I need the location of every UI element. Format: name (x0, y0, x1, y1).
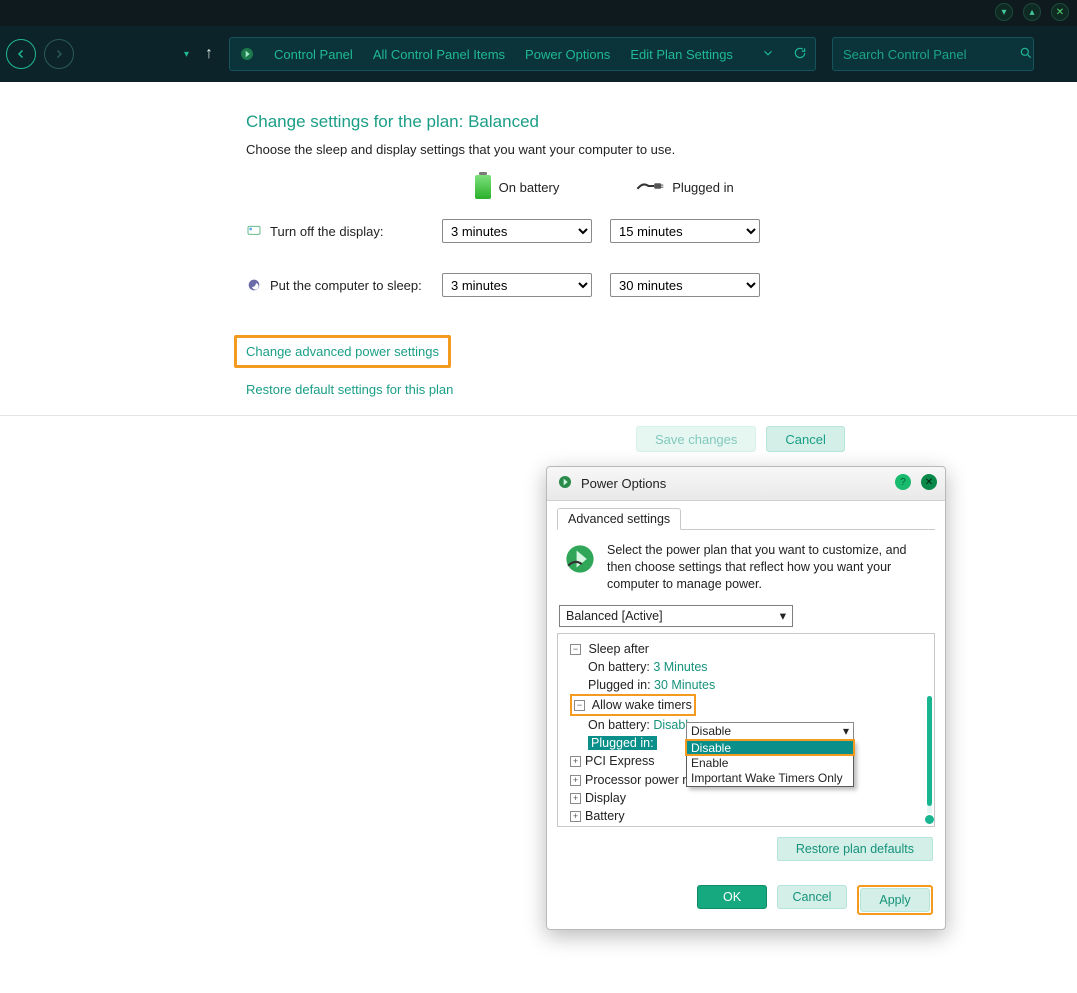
highlight-wake-timers: − Allow wake timers (570, 694, 696, 716)
sleep-plugged-select[interactable]: 30 minutes (610, 273, 760, 297)
tree-node-sleep-after[interactable]: Sleep after (588, 642, 648, 656)
power-plan-large-icon (563, 542, 597, 576)
chevron-down-icon: ▾ (843, 724, 849, 738)
maximize-button[interactable]: ▴ (1023, 3, 1041, 21)
breadcrumb-segment[interactable]: All Control Panel Items (363, 47, 515, 62)
explorer-toolbar: ▾ ↑ Control Panel All Control Panel Item… (0, 26, 1077, 82)
dialog-title: Power Options (581, 476, 666, 491)
close-button[interactable]: ✕ (1051, 3, 1069, 21)
sleep-battery-select[interactable]: 3 minutes (442, 273, 592, 297)
tree-leaf-label: On battery: (588, 718, 650, 732)
dialog-close-button[interactable]: ✕ (921, 474, 937, 490)
address-bar[interactable]: Control Panel All Control Panel Items Po… (229, 37, 816, 71)
dialog-help-button[interactable]: ? (895, 474, 911, 490)
main-content: Change settings for the plan: Balanced C… (0, 82, 1077, 397)
settings-tree[interactable]: − Sleep after On battery: 3 Minutes Plug… (557, 633, 935, 827)
tree-node-pci[interactable]: PCI Express (585, 754, 654, 768)
cancel-button[interactable]: Cancel (766, 426, 844, 452)
tree-node-wake-timers[interactable]: Allow wake timers (592, 698, 692, 712)
plug-icon (636, 179, 664, 196)
column-header-battery: On battery (499, 180, 560, 195)
dialog-cancel-button[interactable]: Cancel (777, 885, 847, 909)
expand-icon[interactable]: + (570, 793, 581, 804)
refresh-button[interactable] (793, 46, 807, 63)
power-plan-icon (238, 45, 256, 63)
restore-plan-defaults-button[interactable]: Restore plan defaults (777, 837, 933, 861)
search-input[interactable] (843, 47, 1019, 62)
tree-node-battery[interactable]: Battery (585, 809, 625, 823)
wake-plugged-combo[interactable]: Disable ▾ Disable Enable Important Wake … (686, 722, 854, 787)
breadcrumb-segment[interactable]: Edit Plan Settings (620, 47, 743, 62)
row-label-display: Turn off the display: (270, 224, 383, 239)
minimize-button[interactable]: ▾ (995, 3, 1013, 21)
up-button[interactable]: ↑ (205, 45, 213, 63)
save-changes-button: Save changes (636, 426, 756, 452)
column-header-plugged: Plugged in (672, 180, 733, 195)
window-titlebar: ▾ ▴ ✕ (0, 0, 1077, 26)
power-plan-icon (557, 474, 573, 493)
tree-leaf-value[interactable]: 30 Minutes (654, 678, 715, 692)
battery-icon (475, 175, 491, 199)
collapse-icon[interactable]: − (574, 700, 585, 711)
tree-leaf-label: Plugged in: (588, 678, 651, 692)
tree-leaf-label: On battery: (588, 660, 650, 674)
highlight-apply-button: Apply (857, 885, 933, 915)
wake-plugged-dropdown[interactable]: Disable Enable Important Wake Timers Onl… (686, 740, 854, 787)
history-dropdown[interactable]: ▾ (184, 49, 189, 60)
search-icon (1019, 46, 1033, 63)
search-box[interactable] (832, 37, 1034, 71)
back-button[interactable] (6, 39, 36, 69)
sleep-icon (246, 277, 262, 293)
tree-scrollbar[interactable] (924, 638, 932, 822)
page-title: Change settings for the plan: Balanced (246, 112, 1077, 132)
plan-select[interactable]: Balanced [Active] ▾ (559, 605, 793, 627)
tab-advanced-settings[interactable]: Advanced settings (557, 508, 681, 530)
display-icon (246, 223, 262, 239)
tab-strip: Advanced settings (557, 507, 935, 530)
breadcrumb-segment[interactable]: Control Panel (264, 47, 363, 62)
tree-leaf-value[interactable]: 3 Minutes (653, 660, 707, 674)
forward-button[interactable] (44, 39, 74, 69)
dropdown-option[interactable]: Disable (687, 741, 853, 756)
expand-icon[interactable]: + (570, 775, 581, 786)
tree-node-processor[interactable]: Processor power m (585, 773, 693, 787)
highlight-advanced-link: Change advanced power settings (234, 335, 451, 368)
expand-icon[interactable]: + (570, 811, 581, 822)
tree-node-display[interactable]: Display (585, 791, 626, 805)
display-plugged-select[interactable]: 15 minutes (610, 219, 760, 243)
dropdown-option[interactable]: Important Wake Timers Only (687, 771, 853, 786)
restore-defaults-link[interactable]: Restore default settings for this plan (246, 382, 1077, 397)
breadcrumb-segment[interactable]: Power Options (515, 47, 620, 62)
row-label-sleep: Put the computer to sleep: (270, 278, 422, 293)
apply-button[interactable]: Apply (860, 888, 930, 912)
expand-icon[interactable]: + (570, 756, 581, 767)
power-options-dialog: Power Options ? ✕ Advanced settings Sele… (546, 466, 946, 930)
chevron-down-icon: ▾ (780, 608, 786, 623)
dialog-intro-text: Select the power plan that you want to c… (607, 542, 929, 593)
display-battery-select[interactable]: 3 minutes (442, 219, 592, 243)
dialog-titlebar[interactable]: Power Options ? ✕ (547, 467, 945, 501)
advanced-power-settings-link[interactable]: Change advanced power settings (246, 344, 439, 359)
dropdown-option[interactable]: Enable (687, 756, 853, 771)
page-subtitle: Choose the sleep and display settings th… (246, 142, 1077, 157)
address-dropdown[interactable] (761, 46, 775, 63)
collapse-icon[interactable]: − (570, 644, 581, 655)
tree-leaf-label-selected: Plugged in: (588, 736, 657, 750)
ok-button[interactable]: OK (697, 885, 767, 909)
